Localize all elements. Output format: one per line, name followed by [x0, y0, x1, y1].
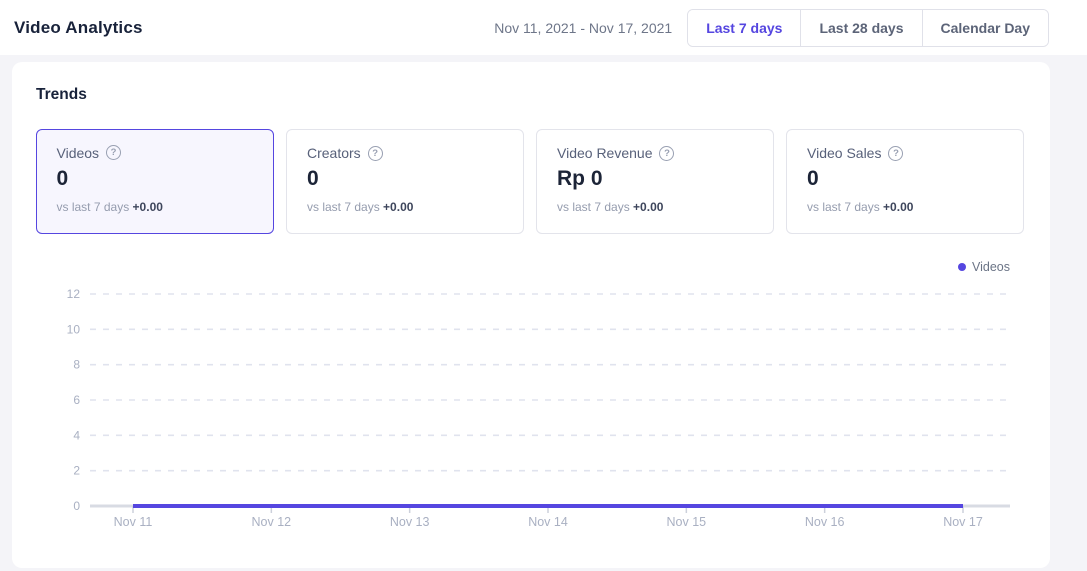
stat-compare-prefix: vs last 7 days: [57, 200, 130, 214]
svg-text:12: 12: [67, 287, 81, 301]
page-title: Video Analytics: [14, 18, 143, 38]
date-range-label: Nov 11, 2021 - Nov 17, 2021: [494, 20, 672, 36]
stat-compare-prefix: vs last 7 days: [807, 200, 880, 214]
stat-label: Videos: [57, 145, 100, 161]
svg-text:Nov 14: Nov 14: [528, 515, 568, 529]
legend-label: Videos: [972, 260, 1010, 274]
stat-card-video-sales[interactable]: Video Sales ? 0 vs last 7 days +0.00: [786, 129, 1024, 234]
stat-compare-prefix: vs last 7 days: [557, 200, 630, 214]
stat-delta: +0.00: [383, 200, 413, 214]
trends-card: Trends Videos ? 0 vs last 7 days +0.00 C…: [12, 62, 1050, 568]
stat-value: 0: [307, 167, 503, 191]
stat-compare-prefix: vs last 7 days: [307, 200, 380, 214]
stat-card-videos[interactable]: Videos ? 0 vs last 7 days +0.00: [36, 129, 274, 234]
svg-text:0: 0: [73, 499, 80, 513]
stat-label: Video Revenue: [557, 145, 652, 161]
svg-text:10: 10: [67, 322, 81, 336]
stat-delta: +0.00: [133, 200, 163, 214]
stat-card-creators[interactable]: Creators ? 0 vs last 7 days +0.00: [286, 129, 524, 234]
stat-value: 0: [57, 167, 254, 191]
svg-text:2: 2: [73, 464, 80, 478]
last-28-days-button[interactable]: Last 28 days: [800, 10, 921, 46]
svg-text:Nov 13: Nov 13: [390, 515, 430, 529]
date-range-switcher: Last 7 days Last 28 days Calendar Day: [687, 9, 1049, 47]
calendar-day-button[interactable]: Calendar Day: [922, 10, 1048, 46]
svg-text:Nov 12: Nov 12: [252, 515, 292, 529]
stat-compare: vs last 7 days +0.00: [807, 200, 1003, 214]
stat-card-row: Videos ? 0 vs last 7 days +0.00 Creators…: [36, 129, 1026, 234]
stat-card-video-revenue[interactable]: Video Revenue ? Rp 0 vs last 7 days +0.0…: [536, 129, 774, 234]
svg-text:4: 4: [73, 428, 80, 442]
topbar-right: Nov 11, 2021 - Nov 17, 2021 Last 7 days …: [494, 9, 1049, 47]
stat-label: Creators: [307, 145, 361, 161]
help-icon[interactable]: ?: [106, 145, 121, 160]
svg-text:Nov 17: Nov 17: [943, 515, 983, 529]
chart-legend[interactable]: Videos: [36, 260, 1010, 274]
topbar: Video Analytics Nov 11, 2021 - Nov 17, 2…: [0, 0, 1087, 55]
legend-dot-icon: [958, 263, 966, 271]
stat-label: Video Sales: [807, 145, 881, 161]
stat-delta: +0.00: [883, 200, 913, 214]
trends-chart: 0 2 4 6 8 10 12 Nov 11 Nov 12 Nov 13 Nov 14 Nov 15 N…: [36, 284, 1026, 534]
stat-value: Rp 0: [557, 167, 753, 191]
svg-text:8: 8: [73, 358, 80, 372]
svg-text:Nov 16: Nov 16: [805, 515, 845, 529]
help-icon[interactable]: ?: [888, 146, 903, 161]
last-7-days-button[interactable]: Last 7 days: [688, 10, 800, 46]
stat-compare: vs last 7 days +0.00: [557, 200, 753, 214]
help-icon[interactable]: ?: [659, 146, 674, 161]
svg-text:Nov 11: Nov 11: [114, 515, 153, 529]
stat-compare: vs last 7 days +0.00: [57, 200, 254, 214]
stat-compare: vs last 7 days +0.00: [307, 200, 503, 214]
svg-text:Nov 15: Nov 15: [667, 515, 707, 529]
help-icon[interactable]: ?: [368, 146, 383, 161]
svg-text:6: 6: [73, 393, 80, 407]
trends-title: Trends: [36, 86, 1026, 104]
stat-value: 0: [807, 167, 1003, 191]
stat-delta: +0.00: [633, 200, 663, 214]
